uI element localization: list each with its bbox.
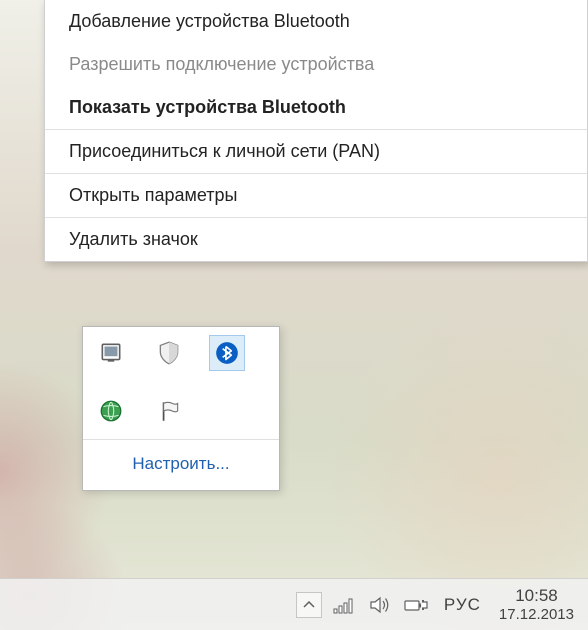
shield-icon — [156, 340, 182, 366]
tray-shield-icon[interactable] — [151, 335, 187, 371]
menu-item-remove-icon[interactable]: Удалить значок — [45, 218, 587, 261]
globe-icon — [98, 398, 124, 424]
taskbar-clock[interactable]: 10:58 17.12.2013 — [491, 585, 582, 625]
tray-overflow-toggle[interactable] — [296, 592, 322, 618]
language-indicator[interactable]: РУС — [434, 595, 491, 615]
bluetooth-icon — [214, 340, 240, 366]
speaker-icon — [368, 594, 392, 616]
menu-item-join-pan[interactable]: Присоединиться к личной сети (PAN) — [45, 130, 587, 173]
taskbar: РУС 10:58 17.12.2013 — [0, 578, 588, 630]
menu-item-add-device[interactable]: Добавление устройства Bluetooth — [45, 0, 587, 43]
taskbar-power-icon[interactable] — [400, 589, 432, 621]
tray-globe-icon[interactable] — [93, 393, 129, 429]
tray-customize-link[interactable]: Настроить... — [83, 440, 279, 490]
tray-overflow-popup: Настроить... — [82, 326, 280, 491]
menu-item-allow-connect: Разрешить подключение устройства — [45, 43, 587, 86]
menu-item-show-devices[interactable]: Показать устройства Bluetooth — [45, 86, 587, 129]
battery-plug-icon — [403, 595, 429, 615]
taskbar-network-icon[interactable] — [328, 589, 360, 621]
chevron-up-icon — [303, 601, 315, 609]
bluetooth-context-menu: Добавление устройства Bluetooth Разрешит… — [44, 0, 588, 262]
clock-time: 10:58 — [515, 585, 558, 606]
clock-date: 17.12.2013 — [499, 606, 574, 625]
tray-bluetooth-icon[interactable] — [209, 335, 245, 371]
tray-flag-icon[interactable] — [151, 393, 187, 429]
taskbar-volume-icon[interactable] — [364, 589, 396, 621]
tray-icons-grid — [83, 327, 279, 433]
menu-item-open-settings[interactable]: Открыть параметры — [45, 174, 587, 217]
signal-bars-icon — [332, 595, 356, 615]
tray-device-icon[interactable] — [93, 335, 129, 371]
flag-icon — [156, 398, 182, 424]
device-icon — [98, 340, 124, 366]
